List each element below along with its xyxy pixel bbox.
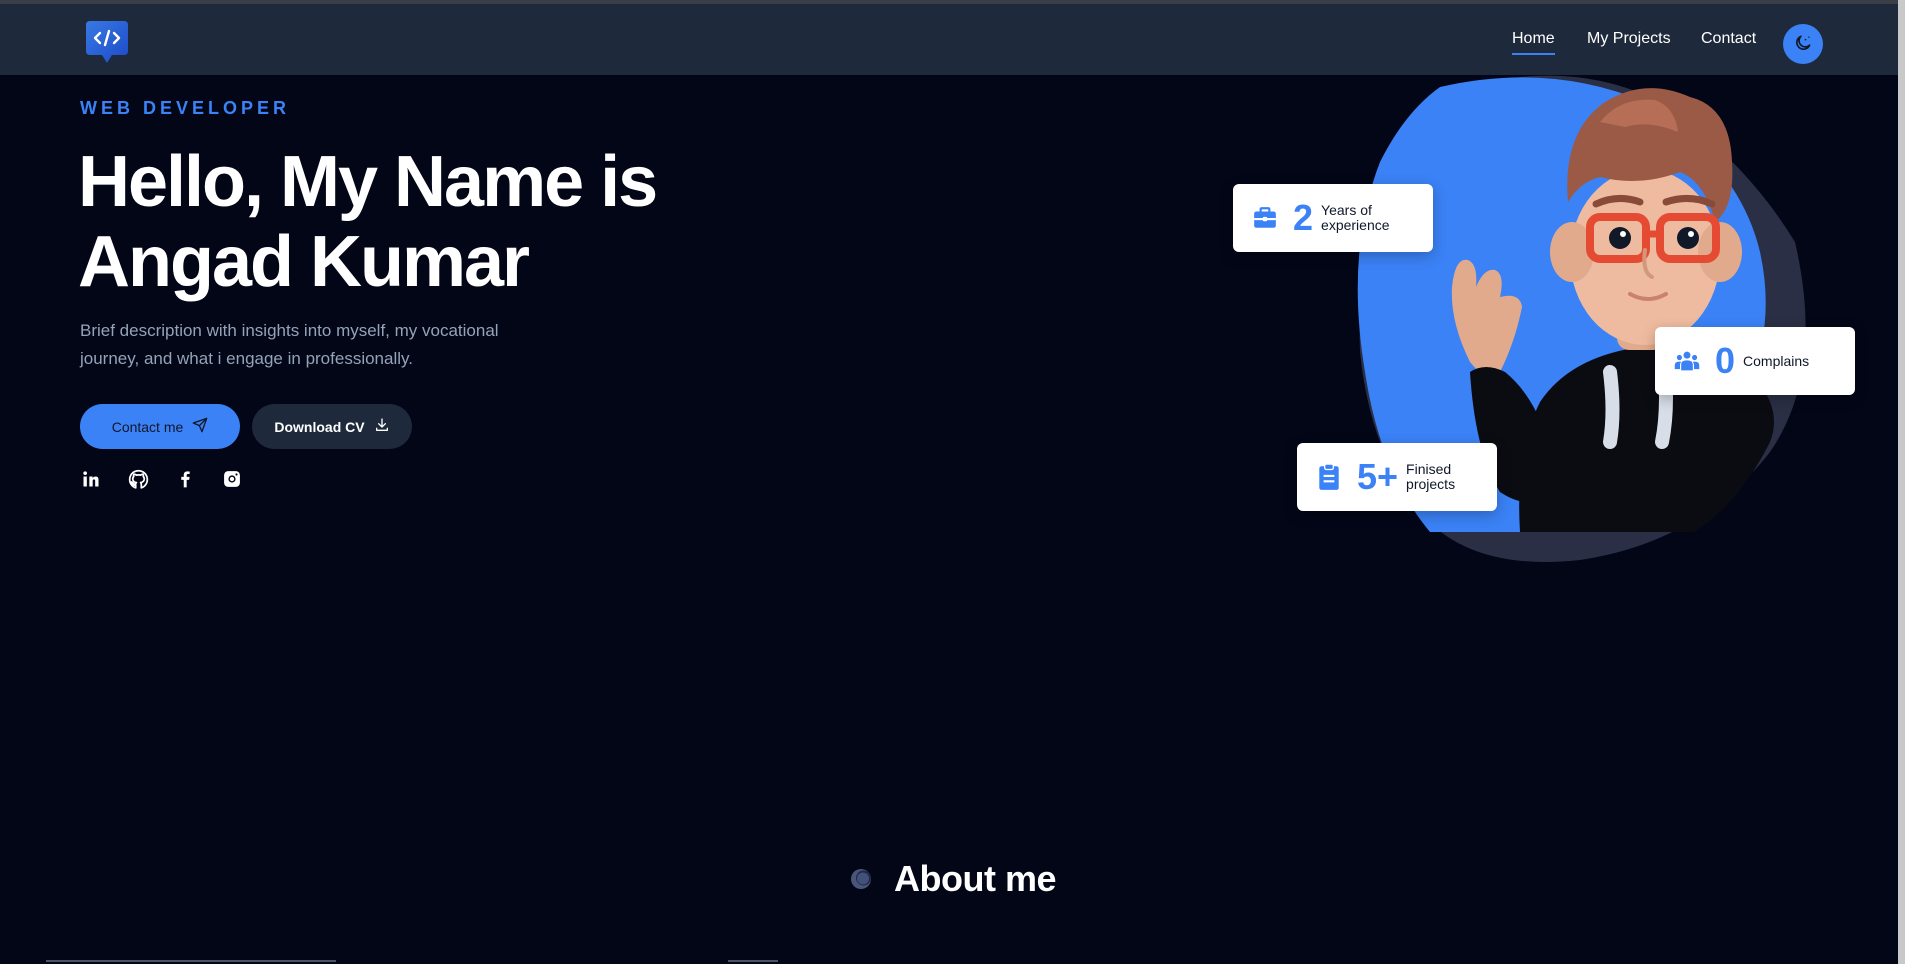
facebook-icon[interactable] xyxy=(174,468,196,490)
contact-me-button[interactable]: Contact me xyxy=(80,404,240,449)
instagram-icon[interactable] xyxy=(221,468,243,490)
navbar: Home My Projects Contact xyxy=(0,4,1898,75)
clipboard-icon xyxy=(1315,463,1343,491)
stat-number-projects: 5+ xyxy=(1357,456,1399,497)
hero-headline-line1: Hello, My Name is xyxy=(78,142,658,222)
users-icon xyxy=(1673,347,1701,375)
logo-code-bubble-icon[interactable] xyxy=(84,19,130,63)
moon-icon xyxy=(1793,33,1813,56)
stat-label-complains: Complains xyxy=(1743,352,1810,369)
linkedin-icon[interactable] xyxy=(80,468,102,490)
hero-description: Brief description with insights into mys… xyxy=(80,321,499,368)
stat-label-projects: Finised projects xyxy=(1406,461,1456,492)
bottom-divider xyxy=(728,960,778,962)
hero-eyebrow: WEB DEVELOPER xyxy=(80,98,291,118)
nav-link-my-projects[interactable]: My Projects xyxy=(1587,30,1671,48)
download-cv-label: Download CV xyxy=(274,418,365,435)
stat-number-experience: 2 xyxy=(1293,197,1314,238)
stat-card-complains: 0 Complains xyxy=(1655,327,1855,395)
contact-me-label: Contact me xyxy=(111,418,184,435)
stat-number-complains: 0 xyxy=(1715,340,1736,381)
hero-headline: Hello, My Name is Angad Kumar xyxy=(78,142,658,302)
hero-headline-line2: Angad Kumar xyxy=(78,222,530,302)
about-section-heading: About me xyxy=(850,858,1057,900)
nav-link-contact[interactable]: Contact xyxy=(1701,30,1756,48)
bottom-divider xyxy=(46,960,336,962)
stat-card-projects: 5+ Finised projects xyxy=(1297,443,1497,511)
download-cv-button[interactable]: Download CV xyxy=(252,404,412,449)
stat-card-experience: 2 Years of experience xyxy=(1233,184,1433,252)
paper-plane-icon xyxy=(192,417,208,436)
about-title: About me xyxy=(894,858,1057,899)
theme-toggle-button[interactable] xyxy=(1783,24,1823,64)
download-icon xyxy=(374,417,390,436)
moon-orb-icon xyxy=(850,868,872,890)
nav-link-home[interactable]: Home xyxy=(1512,30,1555,55)
scrollbar-track[interactable] xyxy=(1898,0,1905,964)
stat-label-experience: Years of experience xyxy=(1321,202,1390,233)
briefcase-icon xyxy=(1251,204,1279,232)
github-icon[interactable] xyxy=(127,468,149,490)
